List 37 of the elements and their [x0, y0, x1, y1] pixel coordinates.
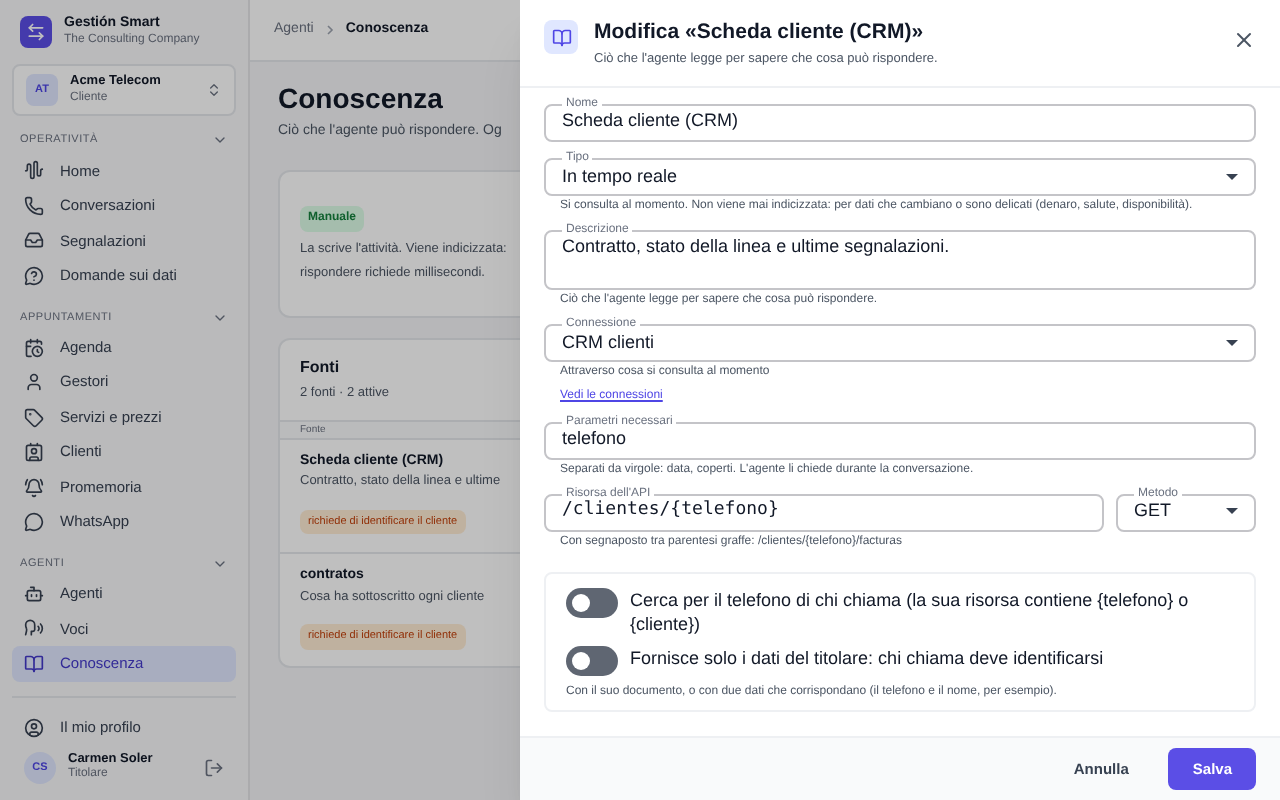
robot-icon — [24, 583, 44, 604]
sources-title: Fonti — [300, 356, 340, 380]
dropdown-caret-icon — [1226, 340, 1238, 347]
close-icon[interactable] — [1232, 28, 1256, 52]
toggle-switch[interactable] — [566, 588, 618, 618]
phone-icon — [24, 195, 44, 216]
book-icon — [24, 653, 44, 674]
dropdown-caret-icon — [1226, 508, 1238, 514]
tray-icon — [24, 230, 44, 251]
field-value: telefono — [562, 428, 627, 450]
toggle-label: Cerca per il telefono di chi chiama (la sua risorsa contiene {telefono} o {cliente}) — [630, 588, 1191, 636]
contact-card-icon — [24, 442, 44, 462]
bell-icon — [24, 477, 44, 497]
question-bubble-icon — [24, 265, 44, 286]
chat-bubble-icon — [24, 512, 44, 532]
user-circle-icon — [24, 717, 44, 737]
select-value: CRM clienti — [562, 330, 657, 356]
waveform-icon — [24, 160, 44, 181]
field-value: /clientes/{telefono} — [562, 500, 779, 522]
tag-icon — [24, 407, 44, 427]
book-icon — [544, 20, 578, 54]
dropdown-caret-icon — [1226, 174, 1238, 181]
up-down-chevron-icon — [206, 82, 222, 99]
calendar-icon — [24, 337, 44, 357]
speaking-person-icon — [24, 618, 44, 639]
select-value: GET — [1134, 497, 1174, 524]
field-value: Contratto, stato della linea e ultime segnalazioni. — [562, 236, 950, 258]
chevron-right-icon — [325, 24, 334, 36]
toggle-switch[interactable] — [566, 646, 618, 676]
person-icon — [24, 372, 44, 392]
field-value: Scheda cliente (CRM) — [562, 110, 739, 132]
page-title: Conoscenza — [278, 82, 443, 117]
app-logo-icon — [20, 16, 52, 49]
logout-icon[interactable] — [204, 758, 224, 778]
drawer-title: Modifica «Scheda cliente (CRM)» — [594, 20, 926, 47]
select-value: In tempo reale — [562, 164, 680, 190]
toggle-label: Fornisce solo i dati del titolare: chi chiama deve identificarsi — [630, 646, 1104, 670]
